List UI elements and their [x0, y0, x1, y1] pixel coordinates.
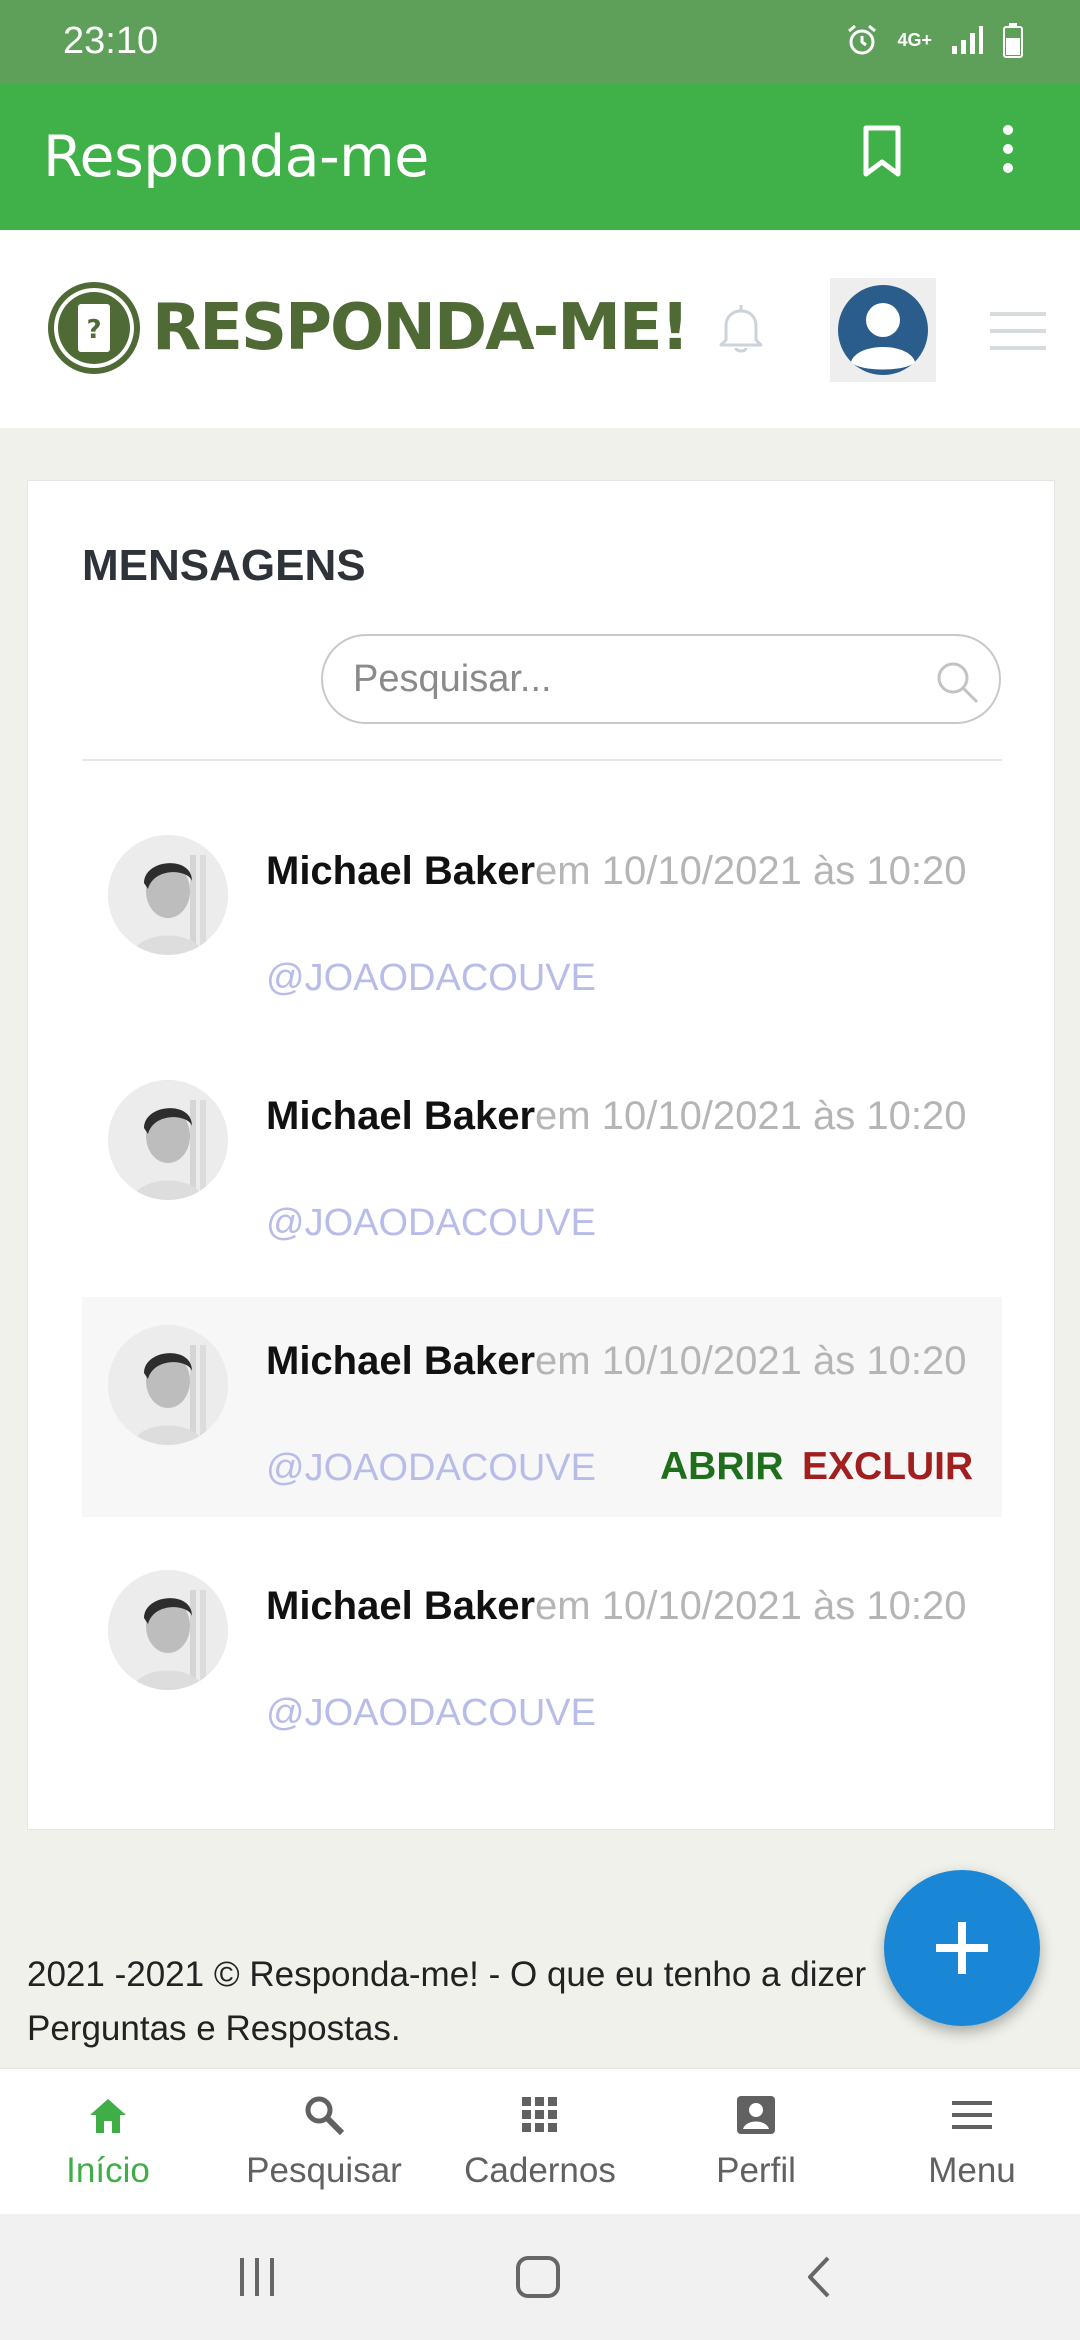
site-header: ? RESPONDA-ME! [0, 230, 1080, 428]
messages-card: MENSAGENS Michael Bakerem 10/10/2021 às … [27, 480, 1055, 1830]
message-avatar [108, 1325, 228, 1445]
person-photo-icon [108, 835, 228, 955]
nav-label: Início [66, 2151, 150, 2190]
person-photo-icon [108, 1080, 228, 1200]
search-box [321, 634, 1001, 724]
user-avatar-button[interactable] [830, 278, 936, 382]
message-handle[interactable]: @JOAODACOUVE [266, 1692, 596, 1735]
system-navigation-bar [0, 2214, 1080, 2340]
network-type: 4G+ [897, 29, 932, 50]
message-date: em 10/10/2021 às 10:20 [535, 849, 967, 893]
sender-name: Michael Baker [266, 849, 536, 893]
message-handle[interactable]: @JOAODACOUVE [266, 1447, 596, 1490]
message-item[interactable]: Michael Bakerem 10/10/2021 às 10:20 @JOA… [82, 1052, 1002, 1272]
svg-text:?: ? [86, 315, 101, 345]
search-icon [305, 2096, 345, 2136]
add-fab-button[interactable] [884, 1870, 1040, 2026]
status-time: 23:10 [63, 20, 159, 62]
bottom-navigation: Início Pesquisar Cadernos Perfil Menu [0, 2068, 1080, 2214]
grid-icon [522, 2097, 557, 2132]
plus-icon [936, 1922, 988, 1974]
profile-icon [737, 2096, 775, 2134]
footer-copyright: 2021 -2021 © Responda-me! - O que eu ten… [27, 1955, 867, 2048]
alarm-icon [848, 24, 877, 55]
message-sender: Michael Bakerem 10/10/2021 às 10:20 [266, 1584, 966, 1629]
back-icon[interactable] [804, 2254, 834, 2300]
person-photo-icon [108, 1325, 228, 1445]
bookmark-icon [863, 125, 901, 177]
logo-text: RESPONDA-ME! [152, 291, 690, 365]
section-title: MENSAGENS [82, 541, 366, 590]
app-title: Responda-me [43, 124, 429, 190]
app-bar: Responda-me [0, 84, 1080, 230]
open-message-button[interactable]: ABRIR [660, 1445, 784, 1489]
bookmark-button[interactable] [860, 124, 920, 194]
message-date: em 10/10/2021 às 10:20 [535, 1094, 967, 1138]
message-item-highlighted[interactable]: Michael Bakerem 10/10/2021 às 10:20 @JOA… [82, 1297, 1002, 1517]
logo-book-icon: ? [48, 282, 140, 374]
divider [82, 759, 1002, 761]
sender-name: Michael Baker [266, 1584, 536, 1628]
home-icon [90, 2099, 126, 2133]
message-sender: Michael Bakerem 10/10/2021 às 10:20 [266, 849, 966, 894]
home-button-icon[interactable] [514, 2254, 562, 2300]
search-icon[interactable] [933, 658, 981, 706]
sender-name: Michael Baker [266, 1339, 536, 1383]
message-item[interactable]: Michael Bakerem 10/10/2021 às 10:20 @JOA… [82, 1542, 1002, 1762]
bell-icon [719, 305, 763, 353]
message-sender: Michael Bakerem 10/10/2021 às 10:20 [266, 1094, 966, 1139]
nav-item-cadernos[interactable]: Cadernos [432, 2069, 648, 2215]
site-logo[interactable]: ? RESPONDA-ME! [44, 278, 690, 378]
more-vertical-icon [1003, 125, 1013, 173]
signal-icon [952, 26, 983, 54]
header-menu-button[interactable] [990, 310, 1046, 357]
user-avatar-icon [838, 285, 928, 375]
nav-label: Cadernos [464, 2151, 616, 2190]
message-date: em 10/10/2021 às 10:20 [535, 1339, 967, 1383]
recents-icon[interactable] [236, 2256, 278, 2298]
nav-label: Pesquisar [246, 2151, 402, 2190]
message-avatar [108, 1080, 228, 1200]
nav-label: Menu [928, 2151, 1016, 2190]
hamburger-icon [990, 312, 1046, 350]
nav-item-perfil[interactable]: Perfil [648, 2069, 864, 2215]
message-handle[interactable]: @JOAODACOUVE [266, 957, 596, 1000]
nav-item-inicio[interactable]: Início [0, 2069, 216, 2215]
person-photo-icon [108, 1570, 228, 1690]
message-avatar [108, 1570, 228, 1690]
search-input[interactable] [353, 636, 913, 722]
message-avatar [108, 835, 228, 955]
nav-label: Perfil [716, 2151, 796, 2190]
more-options-button[interactable] [1000, 124, 1036, 194]
nav-item-pesquisar[interactable]: Pesquisar [216, 2069, 432, 2215]
message-date: em 10/10/2021 às 10:20 [535, 1584, 967, 1628]
status-icons: 4G+ [845, 22, 1024, 58]
delete-message-button[interactable]: EXCLUIR [802, 1445, 973, 1489]
notifications-button[interactable] [716, 302, 766, 359]
menu-icon [952, 2101, 992, 2129]
message-sender: Michael Bakerem 10/10/2021 às 10:20 [266, 1339, 966, 1384]
sender-name: Michael Baker [266, 1094, 536, 1138]
message-handle[interactable]: @JOAODACOUVE [266, 1202, 596, 1245]
nav-item-menu[interactable]: Menu [864, 2069, 1080, 2215]
message-item[interactable]: Michael Bakerem 10/10/2021 às 10:20 @JOA… [82, 807, 1002, 1027]
battery-icon [1003, 23, 1023, 58]
status-bar: 23:10 4G+ [0, 0, 1080, 84]
